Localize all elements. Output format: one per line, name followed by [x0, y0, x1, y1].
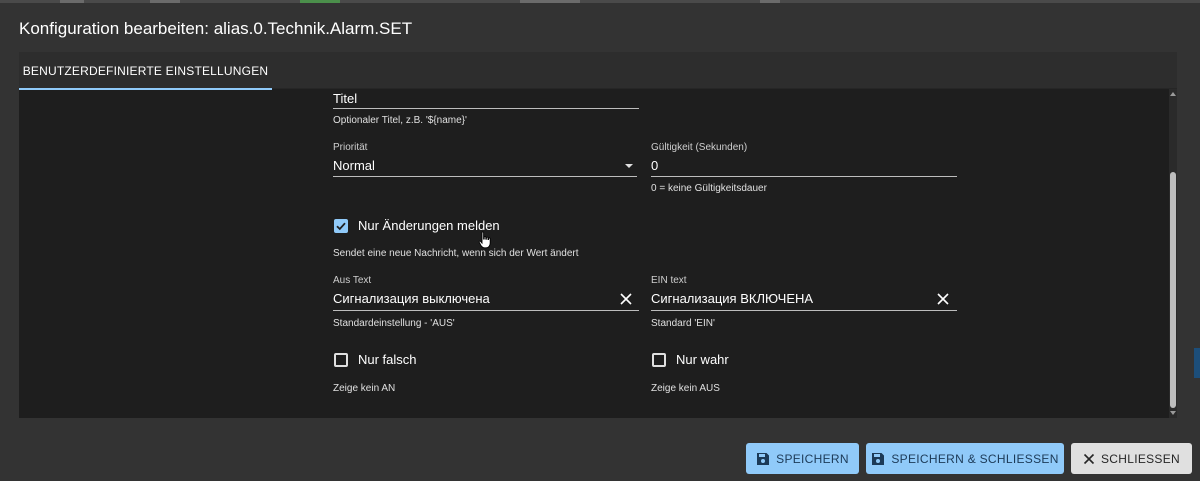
only-changes-checkbox[interactable]: Nur Änderungen melden [334, 218, 500, 233]
save-close-button[interactable]: SPEICHERN & SCHLIESSEN [866, 443, 1064, 474]
form-scrollbar[interactable] [1169, 89, 1177, 418]
config-dialog: Konfiguration bearbeiten: alias.0.Techni… [0, 3, 1200, 481]
validity-field[interactable]: Gültigkeit (Sekunden) 0 [651, 142, 957, 177]
save-button-label: SPEICHERN [776, 451, 849, 466]
settings-form: Titel Optionaler Titel, z.B. '${name}' P… [19, 89, 1169, 418]
validity-helper: 0 = keine Gültigkeitsdauer [651, 183, 767, 194]
on-text-value: Сигнализация ВКЛЮЧЕНА [651, 291, 814, 306]
only-false-helper: Zeige kein AN [333, 383, 396, 394]
title-underline [333, 108, 639, 109]
title-helper: Optionaler Titel, z.B. '${name}' [333, 115, 467, 126]
only-true-checkbox[interactable]: Nur wahr [652, 352, 729, 367]
checkbox-checked-icon [334, 218, 348, 233]
dialog-content: BENUTZERDEFINIERTE EINSTELLUNGEN Titel O… [19, 52, 1177, 418]
close-button-label: SCHLIESSEN [1100, 451, 1181, 466]
save-button[interactable]: SPEICHERN [746, 443, 859, 474]
priority-label: Priorität [333, 142, 368, 153]
scroll-down-icon[interactable] [1170, 411, 1176, 415]
only-false-checkbox[interactable]: Nur falsch [334, 352, 417, 367]
on-text-field[interactable]: EIN text Сигнализация ВКЛЮЧЕНА [651, 275, 957, 311]
clear-icon[interactable] [936, 292, 950, 306]
close-button[interactable]: SCHLIESSEN [1071, 443, 1192, 474]
priority-value: Normal [333, 158, 375, 173]
priority-underline [333, 176, 637, 177]
on-text-label: EIN text [651, 275, 687, 286]
off-text-helper: Standardeinstellung - 'AUS' [333, 318, 455, 329]
on-text-helper: Standard 'EIN' [651, 318, 715, 329]
off-text-underline [333, 310, 639, 311]
clear-icon[interactable] [619, 292, 633, 306]
scroll-up-icon[interactable] [1170, 92, 1176, 96]
only-changes-helper: Sendet eine neue Nachricht, wenn sich de… [333, 248, 579, 259]
checkbox-unchecked-icon [334, 352, 348, 367]
priority-select[interactable]: Priorität Normal [333, 142, 637, 177]
background-accent [1194, 348, 1200, 378]
floppy-disk-icon [871, 452, 885, 466]
scroll-thumb[interactable] [1170, 172, 1176, 408]
close-icon [1083, 453, 1095, 465]
save-close-button-label: SPEICHERN & SCHLIESSEN [891, 451, 1059, 466]
off-text-label: Aus Text [333, 275, 372, 286]
validity-value: 0 [651, 158, 659, 173]
tab-label: BENUTZERDEFINIERTE EINSTELLUNGEN [22, 63, 269, 78]
off-text-field[interactable]: Aus Text Сигнализация выключена [333, 275, 639, 311]
on-text-underline [651, 310, 957, 311]
off-text-value: Сигнализация выключена [333, 291, 490, 306]
chevron-down-icon [625, 164, 633, 168]
checkbox-unchecked-icon [652, 352, 666, 367]
only-true-helper: Zeige kein AUS [651, 383, 720, 394]
validity-label: Gültigkeit (Sekunden) [651, 142, 748, 153]
dialog-title: Konfiguration bearbeiten: alias.0.Techni… [19, 19, 413, 38]
only-true-label: Nur wahr [676, 352, 729, 367]
title-input-value: Titel [333, 91, 358, 106]
tab-bar: BENUTZERDEFINIERTE EINSTELLUNGEN [19, 52, 1177, 90]
floppy-disk-icon [756, 452, 770, 466]
title-field[interactable]: Titel [333, 89, 639, 111]
validity-underline [651, 176, 957, 177]
hand-pointer-icon [478, 231, 491, 249]
tab-custom-settings[interactable]: BENUTZERDEFINIERTE EINSTELLUNGEN [19, 52, 272, 90]
only-false-label: Nur falsch [358, 352, 417, 367]
